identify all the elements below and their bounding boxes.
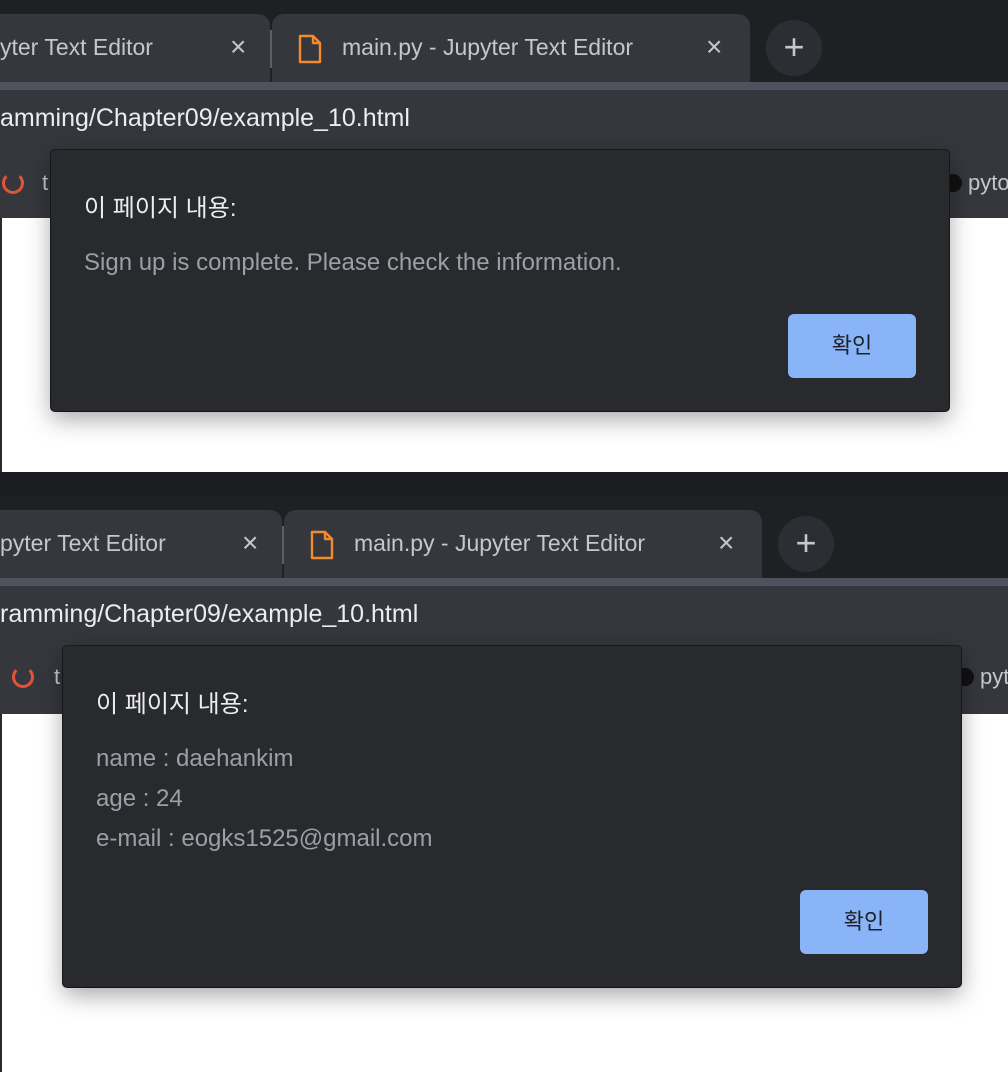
tab-close-icon[interactable]: × [706,33,722,61]
dialog-message-age: age : 24 [96,785,183,812]
alert-dialog: 이 페이지 내용: Sign up is complete. Please ch… [51,150,949,411]
toolbar-divider [0,578,1008,586]
browser-screenshot-2: pyter Text Editor × main.py - Jupyter Te… [0,496,1008,1072]
address-bar[interactable]: ramming/Chapter09/example_10.html [0,586,1008,642]
new-tab-button[interactable]: + [766,20,822,76]
tab-title: pyter Text Editor [0,530,166,556]
tab-close-icon[interactable]: × [242,529,258,557]
toolbar-divider [0,82,1008,90]
tab-title: main.py - Jupyter Text Editor [354,530,646,556]
dialog-message-name: name : daehankim [96,745,294,772]
ok-button[interactable]: 확인 [800,890,928,954]
alert-dialog: 이 페이지 내용: name : daehankim age : 24 e-ma… [63,646,961,987]
bookmark-label[interactable]: t [54,664,60,690]
tab-jupyter-editor[interactable]: yter Text Editor × [0,14,270,82]
ok-button[interactable]: 확인 [788,314,916,378]
browser-screenshot-1: yter Text Editor × main.py - Jupyter Tex… [0,0,1008,472]
tab-strip: yter Text Editor × main.py - Jupyter Tex… [0,0,1008,90]
power-icon[interactable] [12,666,34,688]
tab-close-icon[interactable]: × [718,529,734,557]
dialog-message: Sign up is complete. Please check the in… [84,249,622,276]
dialog-message-email: e-mail : eogks1525@gmail.com [96,825,433,852]
address-bar[interactable]: amming/Chapter09/example_10.html [0,90,1008,148]
tab-strip: pyter Text Editor × main.py - Jupyter Te… [0,496,1008,586]
file-icon [298,34,322,64]
new-tab-button[interactable]: + [778,516,834,572]
url-text[interactable]: ramming/Chapter09/example_10.html [0,600,418,629]
file-icon [310,530,334,560]
tab-close-icon[interactable]: × [230,33,246,61]
tab-title: main.py - Jupyter Text Editor [342,34,634,60]
dialog-title: 이 페이지 내용: [84,195,237,222]
power-icon[interactable] [2,172,24,194]
tab-jupyter-editor[interactable]: pyter Text Editor × [0,510,282,578]
bookmark-label[interactable]: pyt [980,664,1008,690]
tab-main-py[interactable]: main.py - Jupyter Text Editor × [272,14,750,82]
bookmark-label[interactable]: pyto [968,170,1008,196]
bookmark-label[interactable]: t [42,170,48,196]
tab-main-py[interactable]: main.py - Jupyter Text Editor × [284,510,762,578]
url-text[interactable]: amming/Chapter09/example_10.html [0,104,410,133]
tab-title: yter Text Editor [0,34,153,60]
dialog-title: 이 페이지 내용: [96,691,249,718]
